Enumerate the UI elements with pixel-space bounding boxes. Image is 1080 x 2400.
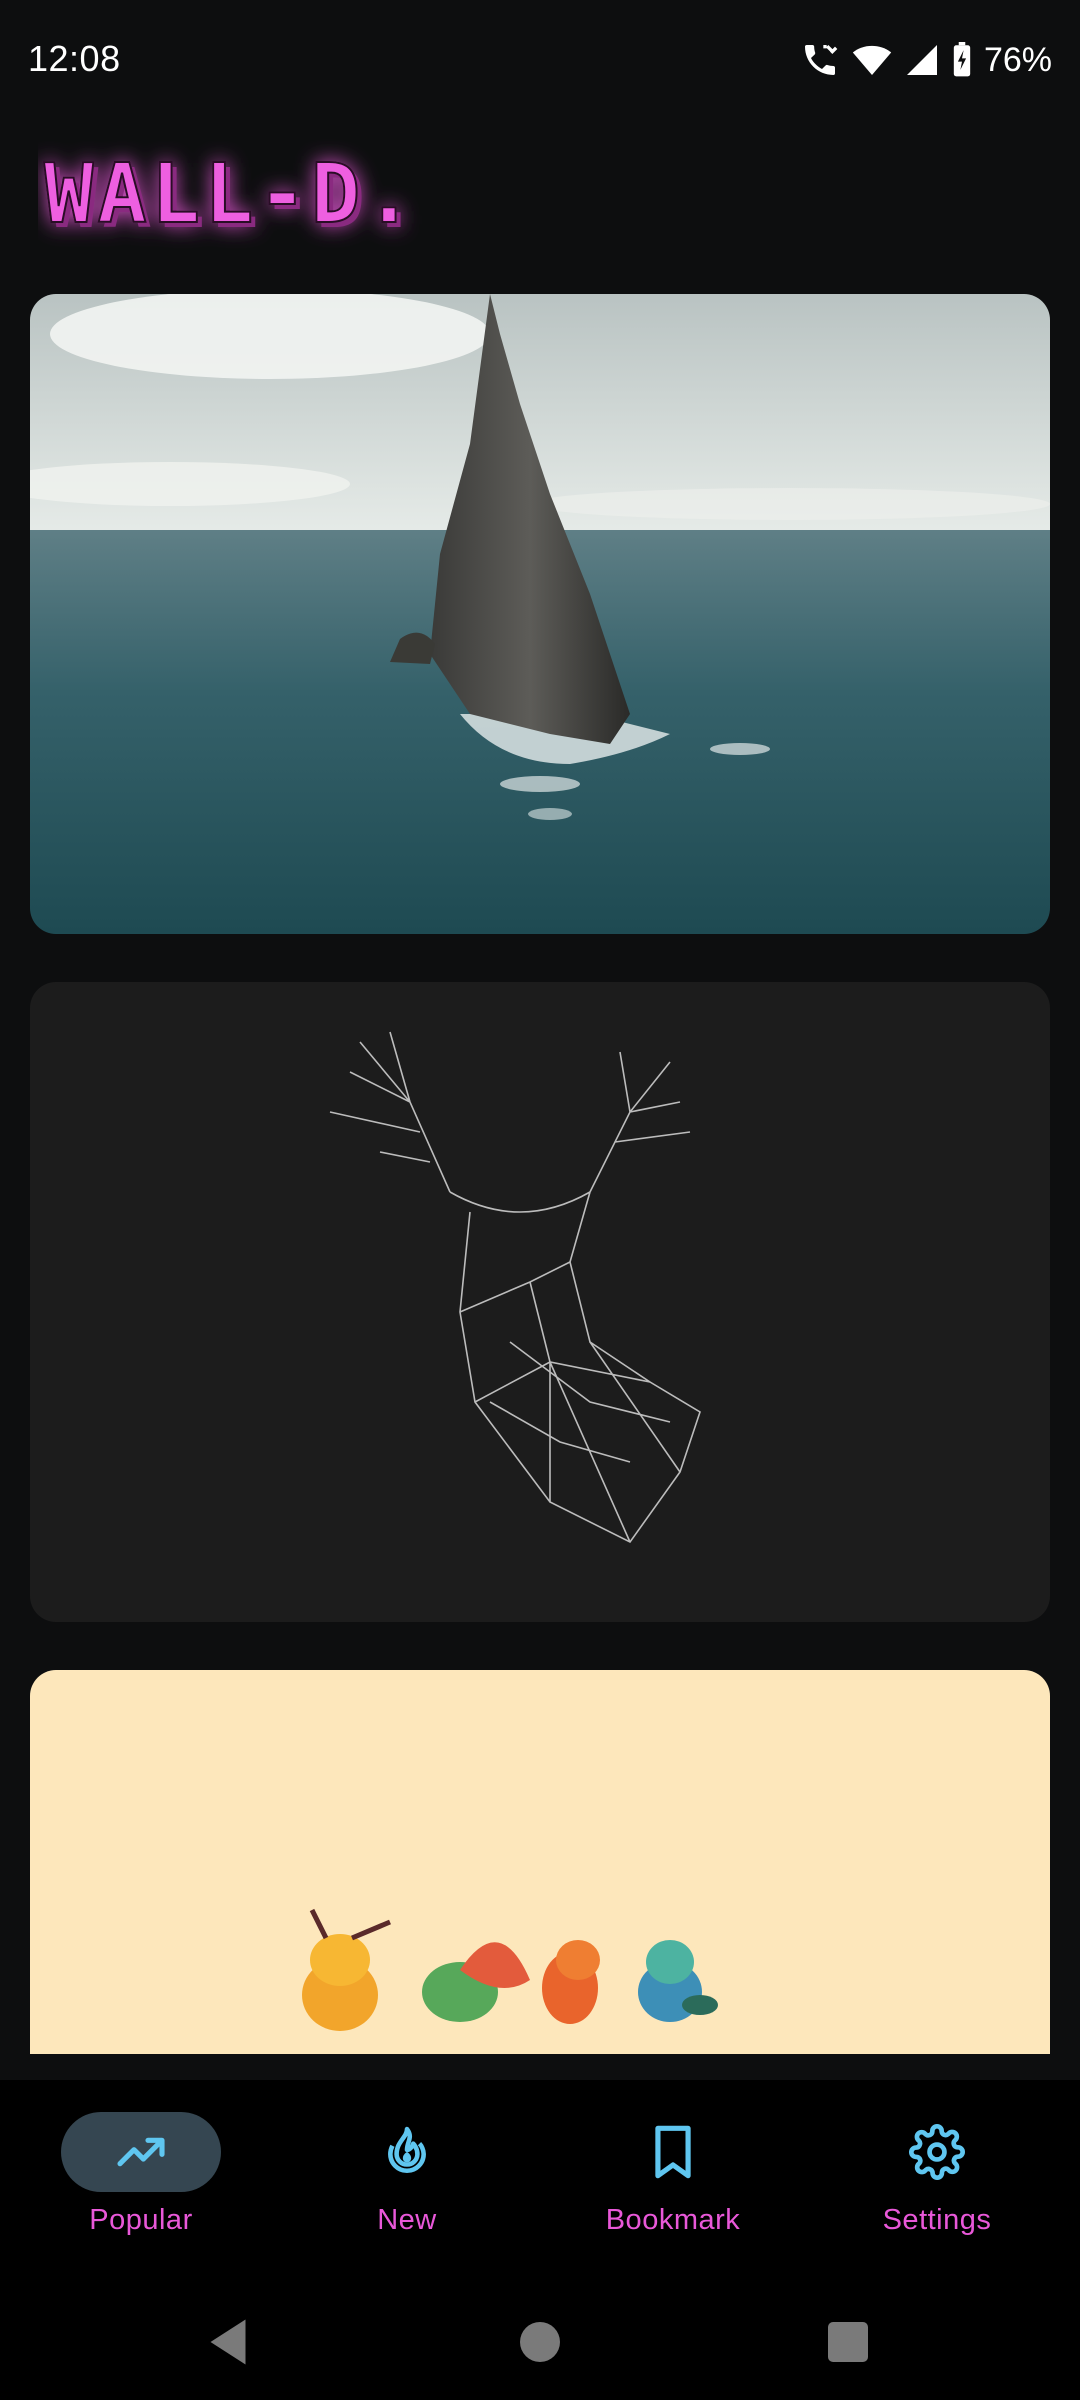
nav-popular-indicator	[61, 2112, 221, 2192]
trending-up-icon	[117, 2137, 165, 2167]
status-bar: 12:08 76%	[0, 0, 1080, 120]
status-icons: 76%	[800, 36, 1052, 84]
nav-bookmark[interactable]: Bookmark	[538, 2112, 808, 2262]
wallpaper-card-sea-stack[interactable]	[30, 294, 1050, 934]
recents-icon[interactable]	[818, 2312, 878, 2372]
fire-icon	[388, 2126, 426, 2174]
wallpaper-feed[interactable]	[30, 294, 1050, 2054]
nav-bookmark-indicator	[593, 2112, 753, 2192]
wallpaper-image	[329, 1031, 701, 1544]
battery-charging-icon	[953, 42, 971, 77]
back-icon[interactable]	[198, 2312, 258, 2372]
nav-new[interactable]: New	[272, 2112, 542, 2262]
logo-text: WALL-D.	[44, 147, 418, 242]
nav-bookmark-label: Bookmark	[605, 2204, 741, 2236]
nav-popular[interactable]: Popular	[6, 2112, 276, 2262]
nav-settings-label: Settings	[882, 2204, 992, 2236]
cell-signal-icon	[906, 45, 937, 75]
nav-new-indicator	[327, 2112, 487, 2192]
battery-percent: 76%	[983, 40, 1052, 79]
home-icon[interactable]	[510, 2312, 570, 2372]
wallpaper-image	[30, 294, 1050, 934]
nav-settings[interactable]: Settings	[802, 2112, 1072, 2262]
wifi-call-icon	[804, 45, 838, 75]
bookmark-icon	[655, 2125, 691, 2179]
gear-icon	[909, 2124, 965, 2180]
status-time: 12:08	[28, 38, 121, 79]
wifi-icon	[852, 45, 892, 75]
wallpaper-card-deer[interactable]	[30, 982, 1050, 1622]
system-navigation-bar	[0, 2290, 1080, 2400]
bottom-navigation: Popular New Bookmark Settings	[0, 2080, 1080, 2290]
wallpaper-image	[302, 1908, 718, 2031]
app-logo: WALL-D. WALL-D.	[38, 130, 498, 250]
nav-new-label: New	[377, 2204, 437, 2236]
nav-popular-label: Popular	[89, 2204, 193, 2236]
nav-settings-indicator	[857, 2112, 1017, 2192]
wallpaper-card-creatures[interactable]	[30, 1670, 1050, 2054]
